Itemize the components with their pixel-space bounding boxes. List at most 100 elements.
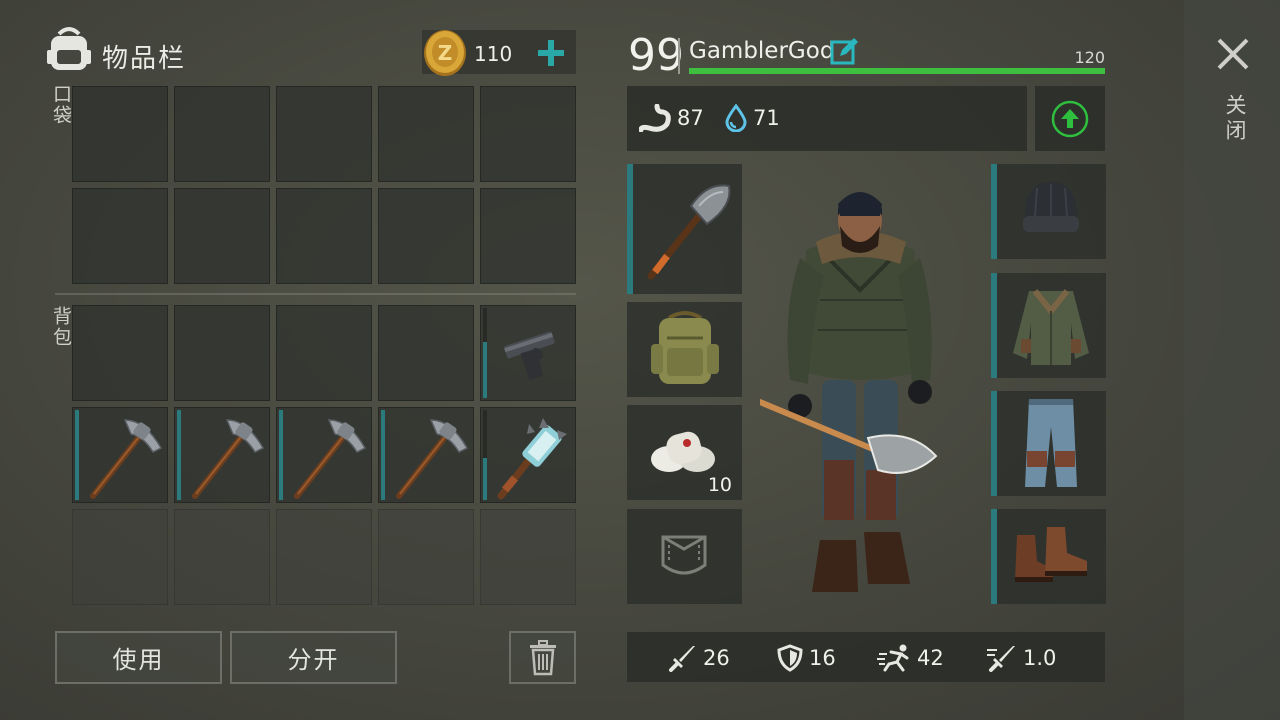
xp-max: 120 [1074,48,1105,67]
attack-speed-stat: 1.0 [987,644,1056,672]
trash-button[interactable] [509,631,576,684]
swift-sword-icon [987,644,1017,672]
thirst-value: 71 [753,106,780,130]
consumable-slot[interactable]: 10 [627,405,742,500]
pocket-equip-slot[interactable] [627,509,742,604]
inventory-title: 物品栏 [102,44,187,74]
pocket-slot[interactable] [276,86,372,182]
backpack-slot-pickaxe[interactable] [378,407,474,503]
legs-slot[interactable] [991,391,1106,496]
backpack-slot-pickaxe[interactable] [276,407,372,503]
pocket-slot[interactable] [174,188,270,284]
pickaxe-icon [85,414,165,500]
pocket-slot[interactable] [378,86,474,182]
speed-value: 42 [917,646,944,670]
section-divider [55,293,576,295]
defense-stat: 16 [777,644,836,672]
weapon-slot[interactable] [627,164,742,294]
player-level: 99 [628,30,684,81]
character-model [757,180,950,600]
pistol-icon [499,320,565,386]
upgrade-arrow-icon[interactable] [1051,100,1089,138]
edit-name-icon[interactable] [830,38,858,66]
feet-slot[interactable] [991,509,1106,604]
pocket-slot[interactable] [480,86,576,182]
defense-value: 16 [809,646,836,670]
hunger-stat: 87 [638,103,704,133]
pocket-slot[interactable] [72,188,168,284]
head-slot[interactable] [991,164,1106,259]
attack-speed-value: 1.0 [1023,646,1057,670]
backpack-label: 背包 [50,306,72,348]
add-coins-plus-icon[interactable] [536,38,566,68]
durability-bar [991,509,997,604]
pockets-label: 口袋 [50,84,72,126]
shovel-icon [641,176,737,284]
backpack-icon [45,24,93,74]
coin-count: 110 [474,42,513,66]
backpack-slot[interactable] [378,305,474,401]
pants-icon [1023,397,1079,491]
use-button[interactable]: 使用 [55,631,222,684]
split-button[interactable]: 分开 [230,631,397,684]
pickaxe-icon [187,414,267,500]
durability-bar [177,410,181,500]
attack-value: 26 [703,646,730,670]
close-icon[interactable] [1217,38,1249,70]
coin-icon: Z [422,28,468,78]
inventory-panel: 物品栏 Z 110 口袋 背包 使用 分开 [0,0,600,720]
player-name: GamblerGod [689,38,835,64]
backpack-slot-locked[interactable] [174,509,270,605]
pocket-slot[interactable] [276,188,372,284]
pocket-placeholder-icon [661,533,707,581]
character-panel: 99 GamblerGod 120 87 71 10 26 16 42 1.0 [610,0,1180,720]
durability-bar [381,410,385,500]
durability-bar [991,164,997,259]
backpack-slot[interactable] [72,305,168,401]
durability-bar [483,342,487,398]
durability-bar [627,164,633,294]
backpack-slot-spiked-bat[interactable] [480,407,576,503]
boots-icon [1011,525,1091,587]
hunger-value: 87 [677,106,704,130]
attack-stat: 26 [669,644,730,672]
xp-bar [689,68,1105,74]
backpack-slot-pickaxe[interactable] [72,407,168,503]
backpack-equip-slot[interactable] [627,302,742,397]
military-backpack-icon [649,308,721,392]
backpack-slot[interactable] [174,305,270,401]
durability-bar [991,273,997,378]
thirst-stat: 71 [725,103,780,133]
durability-bar [75,410,79,500]
stats-bar: 26 16 42 1.0 [627,632,1105,682]
level-divider [678,38,680,74]
spiked-club-icon [493,412,573,500]
pocket-slot[interactable] [480,188,576,284]
svg-text:Z: Z [438,41,453,65]
upgrade-panel [1035,86,1105,151]
pocket-slot[interactable] [174,86,270,182]
backpack-slot-locked[interactable] [480,509,576,605]
backpack-slot-pickaxe[interactable] [174,407,270,503]
running-icon [877,644,911,672]
pocket-slot[interactable] [378,188,474,284]
durability-bar [483,458,487,500]
item-count: 10 [707,474,732,496]
close-label[interactable]: 关闭 [1220,94,1250,144]
water-drop-icon [725,103,747,133]
backpack-slot-locked[interactable] [72,509,168,605]
backpack-slot-locked[interactable] [378,509,474,605]
pocket-slot[interactable] [72,86,168,182]
durability-bar [279,410,283,500]
shield-icon [777,644,803,672]
sword-icon [669,644,697,672]
pickaxe-icon [391,414,471,500]
body-slot[interactable] [991,273,1106,378]
beanie-icon [1021,178,1081,242]
backpack-slot-pistol[interactable] [480,305,576,401]
backpack-slot-locked[interactable] [276,509,372,605]
vitals-panel: 87 71 [627,86,1027,151]
jacket-icon [1009,283,1093,369]
backpack-slot[interactable] [276,305,372,401]
close-strip[interactable]: 关闭 [1184,0,1280,720]
